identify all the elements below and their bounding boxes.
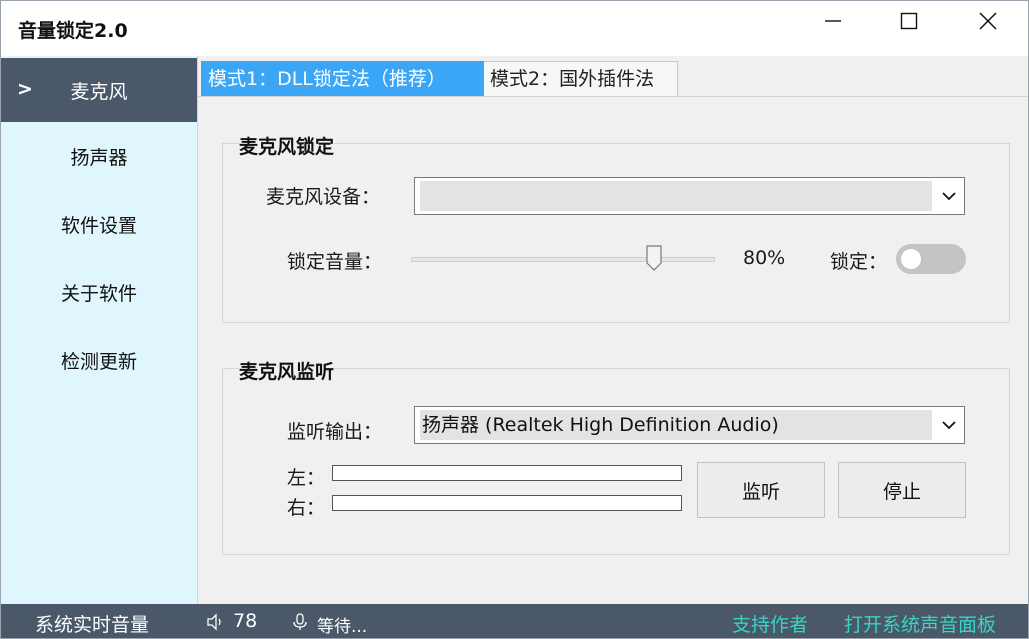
- listen-button[interactable]: 监听: [697, 462, 825, 518]
- sidebar-item-settings[interactable]: 软件设置: [1, 192, 197, 256]
- mic-device-value: [420, 181, 932, 211]
- minimize-icon: [825, 20, 841, 22]
- tab-divider: [198, 96, 1028, 97]
- main-content: 模式1：DLL锁定法（推荐） 模式2：国外插件法 麦克风锁定 麦克风设备： 锁定…: [198, 56, 1028, 604]
- open-sound-panel-link[interactable]: 打开系统声音面板: [844, 610, 996, 637]
- chevron-down-icon: [942, 192, 956, 201]
- volume-value: 80%: [743, 247, 786, 269]
- sidebar-item-about[interactable]: 关于软件: [1, 260, 197, 324]
- system-volume-label: 系统实时音量: [35, 614, 150, 636]
- left-level-meter: [332, 465, 682, 481]
- window-title: 音量锁定2.0: [18, 20, 128, 42]
- monitor-output-value: 扬声器 (Realtek High Definition Audio): [420, 410, 932, 440]
- group-title: 麦克风锁定: [239, 132, 335, 159]
- tab-mode-2[interactable]: 模式2：国外插件法: [484, 61, 678, 97]
- close-icon: [979, 12, 997, 30]
- tab-mode-1[interactable]: 模式1：DLL锁定法（推荐）: [201, 61, 484, 97]
- sidebar-item-speaker[interactable]: 扬声器: [1, 124, 197, 188]
- sidebar: > 麦克风 扬声器 软件设置 关于软件 检测更新: [1, 56, 198, 604]
- lock-toggle[interactable]: [896, 244, 966, 274]
- mic-lock-group: 麦克风锁定 麦克风设备： 锁定音量： 80% 锁定：: [222, 132, 1010, 323]
- right-level-meter: [332, 495, 682, 511]
- title-bar: 音量锁定2.0: [1, 1, 1028, 56]
- speaker-volume-value: 78: [233, 610, 258, 632]
- microphone-icon: [293, 613, 307, 630]
- sidebar-item-label: 检测更新: [60, 350, 137, 373]
- volume-slider-thumb[interactable]: [646, 245, 662, 271]
- lock-label: 锁定：: [830, 251, 888, 273]
- sidebar-item-label: 关于软件: [60, 282, 137, 305]
- left-channel-label: 左：: [287, 467, 326, 489]
- sidebar-item-microphone[interactable]: > 麦克风: [1, 58, 197, 122]
- maximize-icon: [900, 12, 918, 30]
- maximize-button[interactable]: [872, 1, 946, 41]
- mic-device-select[interactable]: [414, 177, 965, 215]
- group-title: 麦克风监听: [239, 357, 335, 384]
- minimize-button[interactable]: [796, 1, 870, 41]
- app-window: 音量锁定2.0 > 麦克风 扬声器 软件设置 关于软件 检测更新 模式1：DLL…: [0, 0, 1029, 639]
- sidebar-item-update[interactable]: 检测更新: [1, 328, 197, 392]
- sidebar-item-label: 软件设置: [60, 214, 137, 237]
- support-author-link[interactable]: 支持作者: [732, 610, 808, 637]
- sidebar-item-label: 麦克风: [70, 80, 128, 103]
- tab-bar: 模式1：DLL锁定法（推荐） 模式2：国外插件法: [198, 61, 1028, 97]
- mic-monitor-group: 麦克风监听 监听输出： 扬声器 (Realtek High Definition…: [222, 357, 1010, 555]
- right-channel-label: 右：: [287, 497, 326, 519]
- close-button[interactable]: [951, 1, 1025, 41]
- status-bar: 系统实时音量 78 等待... 支持作者 打开系统声音面板: [1, 604, 1028, 638]
- toggle-knob: [901, 249, 921, 269]
- speaker-icon: [207, 613, 221, 631]
- output-label: 监听输出：: [287, 421, 383, 443]
- active-marker: >: [17, 78, 33, 100]
- mic-status: 等待...: [317, 617, 368, 637]
- volume-slider-track[interactable]: [411, 257, 715, 262]
- stop-button[interactable]: 停止: [838, 462, 966, 518]
- monitor-output-select[interactable]: 扬声器 (Realtek High Definition Audio): [414, 406, 965, 444]
- volume-label: 锁定音量：: [287, 251, 383, 273]
- chevron-down-icon: [942, 421, 956, 430]
- sidebar-item-label: 扬声器: [70, 146, 128, 169]
- device-label: 麦克风设备：: [266, 186, 381, 208]
